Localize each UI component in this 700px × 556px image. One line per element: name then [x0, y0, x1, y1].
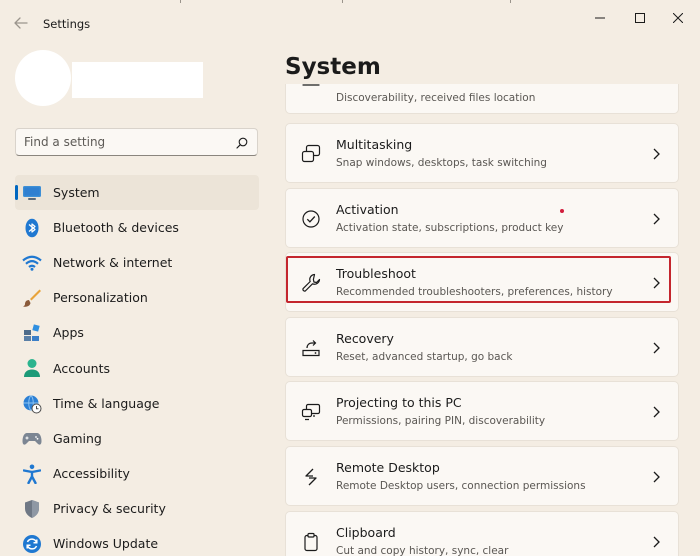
maximize-button[interactable] [620, 6, 660, 30]
sidebar-item-label: System [53, 185, 100, 201]
close-button[interactable] [658, 6, 698, 30]
settings-item-projecting[interactable]: Projecting to this PC Permissions, pairi… [285, 381, 679, 441]
chevron-right-icon [653, 406, 660, 418]
settings-item-nearby-sharing-partial[interactable]: Discoverability, received files location [285, 84, 679, 114]
sidebar-item-label: Accessibility [53, 465, 130, 481]
sidebar-item-label: Apps [53, 325, 84, 341]
multitasking-icon [300, 143, 322, 165]
maximize-icon [635, 13, 645, 23]
settings-item-activation[interactable]: Activation Activation state, subscriptio… [285, 188, 679, 248]
settings-item-subtitle: Discoverability, received files location [336, 92, 536, 104]
accessibility-icon [22, 464, 42, 484]
sidebar-item-system[interactable]: System [15, 175, 259, 211]
settings-item-multitasking[interactable]: Multitasking Snap windows, desktops, tas… [285, 123, 679, 183]
paintbrush-icon [22, 288, 42, 308]
settings-item-title: Remote Desktop [336, 460, 440, 475]
settings-item-subtitle: Recommended troubleshooters, preferences… [336, 286, 613, 298]
recovery-icon [300, 337, 322, 359]
sidebar-item-accounts[interactable]: Accounts [15, 350, 259, 385]
arrow-left-icon [14, 17, 28, 29]
settings-item-subtitle: Remote Desktop users, connection permiss… [336, 480, 586, 492]
person-icon [22, 358, 42, 378]
settings-item-subtitle: Cut and copy history, sync, clear [336, 545, 509, 556]
projecting-icon [300, 401, 322, 423]
sidebar-nav: System Bluetooth & devices Network & int… [15, 175, 259, 556]
settings-item-recovery[interactable]: Recovery Reset, advanced startup, go bac… [285, 317, 679, 377]
settings-item-title: Projecting to this PC [336, 395, 462, 410]
monitor-icon [22, 183, 42, 203]
sidebar-item-gaming[interactable]: Gaming [15, 421, 259, 456]
settings-item-title: Recovery [336, 331, 394, 346]
sidebar-item-label: Network & internet [53, 255, 173, 271]
settings-item-subtitle: Activation state, subscriptions, product… [336, 222, 564, 234]
sidebar-item-label: Accounts [53, 360, 110, 376]
remote-desktop-icon [300, 466, 322, 488]
settings-item-troubleshoot[interactable]: Troubleshoot Recommended troubleshooters… [285, 252, 679, 312]
sidebar-item-bluetooth-devices[interactable]: Bluetooth & devices [15, 210, 259, 245]
settings-item-title: Clipboard [336, 525, 396, 540]
settings-item-subtitle: Reset, advanced startup, go back [336, 351, 513, 363]
sidebar-item-accessibility[interactable]: Accessibility [15, 456, 259, 491]
minimize-button[interactable] [580, 6, 620, 30]
sidebar-item-apps[interactable]: Apps [15, 315, 259, 350]
chevron-right-icon [653, 471, 660, 483]
sidebar-item-label: Bluetooth & devices [53, 220, 179, 236]
apps-icon [22, 323, 42, 343]
sidebar-item-windows-update[interactable]: Windows Update [15, 526, 259, 556]
chevron-right-icon [653, 277, 660, 289]
sidebar-item-privacy-security[interactable]: Privacy & security [15, 491, 259, 526]
search-box[interactable] [15, 128, 258, 156]
page-title: System [285, 54, 381, 80]
sidebar-item-label: Gaming [53, 430, 102, 446]
search-icon[interactable] [236, 137, 248, 149]
chevron-right-icon [653, 213, 660, 225]
sidebar-item-time-language[interactable]: Time & language [15, 386, 259, 421]
title-bar: Settings [0, 0, 700, 46]
minimize-icon [595, 17, 605, 19]
profile-name-redacted [72, 62, 203, 98]
settings-item-title: Troubleshoot [336, 266, 416, 281]
close-icon [673, 13, 683, 23]
check-circle-icon [300, 208, 322, 230]
app-title: Settings [43, 17, 91, 31]
sidebar-item-label: Time & language [53, 395, 160, 411]
wrench-icon [300, 272, 322, 294]
sidebar-item-label: Privacy & security [53, 500, 166, 516]
globe-clock-icon [22, 394, 42, 414]
settings-item-title: Multitasking [336, 137, 413, 152]
gamepad-icon [22, 429, 42, 449]
update-icon [22, 534, 42, 554]
settings-item-subtitle: Snap windows, desktops, task switching [336, 157, 547, 169]
nearby-sharing-icon [302, 84, 320, 86]
settings-item-remote-desktop[interactable]: Remote Desktop Remote Desktop users, con… [285, 446, 679, 506]
chevron-right-icon [653, 148, 660, 160]
avatar[interactable] [15, 50, 71, 106]
sidebar-item-label: Windows Update [53, 535, 159, 551]
settings-item-clipboard[interactable]: Clipboard Cut and copy history, sync, cl… [285, 511, 679, 556]
bluetooth-icon [22, 218, 42, 238]
clipboard-icon [300, 531, 322, 553]
settings-item-subtitle: Permissions, pairing PIN, discoverabilit… [336, 415, 546, 427]
wifi-icon [22, 253, 42, 273]
shield-icon [22, 499, 42, 519]
sidebar-item-label: Personalization [53, 290, 148, 306]
settings-item-title: Activation [336, 202, 399, 217]
chevron-right-icon [653, 342, 660, 354]
red-dot-marker [560, 209, 564, 213]
sidebar-item-personalization[interactable]: Personalization [15, 280, 259, 315]
back-button[interactable] [10, 12, 32, 34]
search-input[interactable] [24, 133, 224, 151]
sidebar-item-network-internet[interactable]: Network & internet [15, 245, 259, 280]
chevron-right-icon [653, 536, 660, 548]
